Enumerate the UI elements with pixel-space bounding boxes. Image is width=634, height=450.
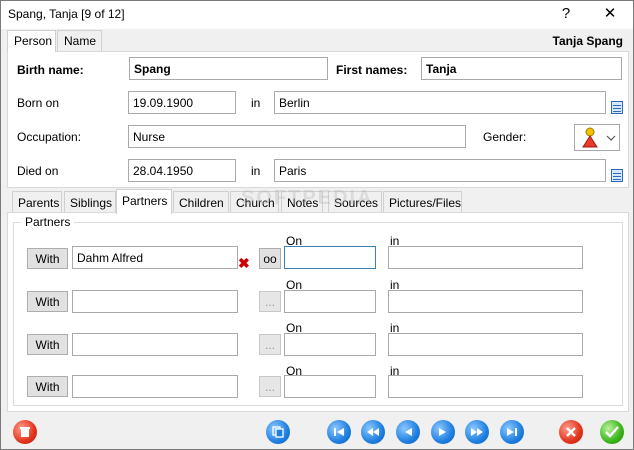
rewind-icon[interactable] [361,420,385,444]
partner-in-field[interactable] [388,333,583,356]
tab-siblings[interactable]: Siblings [64,191,116,213]
fast-forward-icon[interactable] [465,420,489,444]
last-icon[interactable] [500,420,524,444]
first-names-field[interactable]: Tanja [421,57,622,80]
born-in-label: in [251,96,261,110]
cancel-icon[interactable] [559,420,583,444]
place-list-icon[interactable] [611,169,623,182]
marriage-button[interactable]: ... [259,376,281,397]
partners-group-title: Partners [21,215,75,229]
tab-children[interactable]: Children [173,191,229,213]
partner-name-field[interactable] [72,375,238,398]
trash-icon[interactable] [13,420,37,444]
with-button[interactable]: With [27,291,68,312]
marriage-button[interactable]: ... [259,334,281,355]
remove-partner-icon[interactable]: ✖ [238,255,250,272]
with-button[interactable]: With [27,334,68,355]
place-list-icon[interactable] [611,101,623,114]
tab-sources[interactable]: Sources [328,191,382,213]
tab-partners[interactable]: Partners [116,189,172,214]
partner-on-field[interactable] [284,290,376,313]
partner-on-field[interactable] [284,375,376,398]
tab-church[interactable]: Church [230,191,279,213]
ok-check-icon[interactable] [600,420,624,444]
occupation-label: Occupation: [17,130,82,144]
first-icon[interactable] [327,420,351,444]
partner-in-field[interactable] [388,290,583,313]
bottom-toolbar [1,414,633,450]
first-names-label: First names: [336,63,408,77]
tab-notes[interactable]: Notes [281,191,323,213]
partner-name-field[interactable] [72,290,238,313]
partner-in-field[interactable] [388,375,583,398]
partner-on-field[interactable] [284,333,376,356]
window-title: Spang, Tanja [9 of 12] [8,7,125,21]
died-in-label: in [251,164,261,178]
tab-person[interactable]: Person [7,30,56,52]
gender-label: Gender: [483,130,527,144]
marriage-button[interactable]: ... [259,291,281,312]
born-on-label: Born on [17,96,60,110]
help-button[interactable]: ? [556,5,576,23]
born-in-field[interactable]: Berlin [274,91,606,114]
tab-parents[interactable]: Parents [12,191,62,213]
partner-on-field[interactable] [284,246,376,269]
partner-name-field[interactable] [72,333,238,356]
born-on-field[interactable]: 19.09.1900 [128,91,236,114]
died-in-field[interactable]: Paris [274,159,606,182]
next-icon[interactable] [431,420,455,444]
copy-icon[interactable] [266,420,290,444]
with-button[interactable]: With [27,376,68,397]
female-person-icon [582,127,616,148]
gender-select[interactable] [574,124,620,151]
person-display-name: Tanja Spang [552,34,623,48]
marriage-button[interactable]: oo [259,248,281,269]
partner-in-field[interactable] [388,246,583,269]
died-on-field[interactable]: 28.04.1950 [128,159,236,182]
birth-name-field[interactable]: Spang [129,57,328,80]
close-button[interactable]: ✕ [600,5,620,23]
person-dialog: Spang, Tanja [9 of 12] ? ✕ Person Name T… [0,0,634,450]
occupation-field[interactable]: Nurse [128,125,466,148]
died-on-label: Died on [17,164,59,178]
tab-pictures-files[interactable]: Pictures/Files [383,191,462,213]
previous-icon[interactable] [396,420,420,444]
titlebar: Spang, Tanja [9 of 12] ? ✕ [1,1,633,29]
birth-name-label: Birth name: [17,63,84,77]
with-button[interactable]: With [27,248,68,269]
tab-name[interactable]: Name [57,30,102,51]
partner-name-field[interactable]: Dahm Alfred [72,246,238,269]
